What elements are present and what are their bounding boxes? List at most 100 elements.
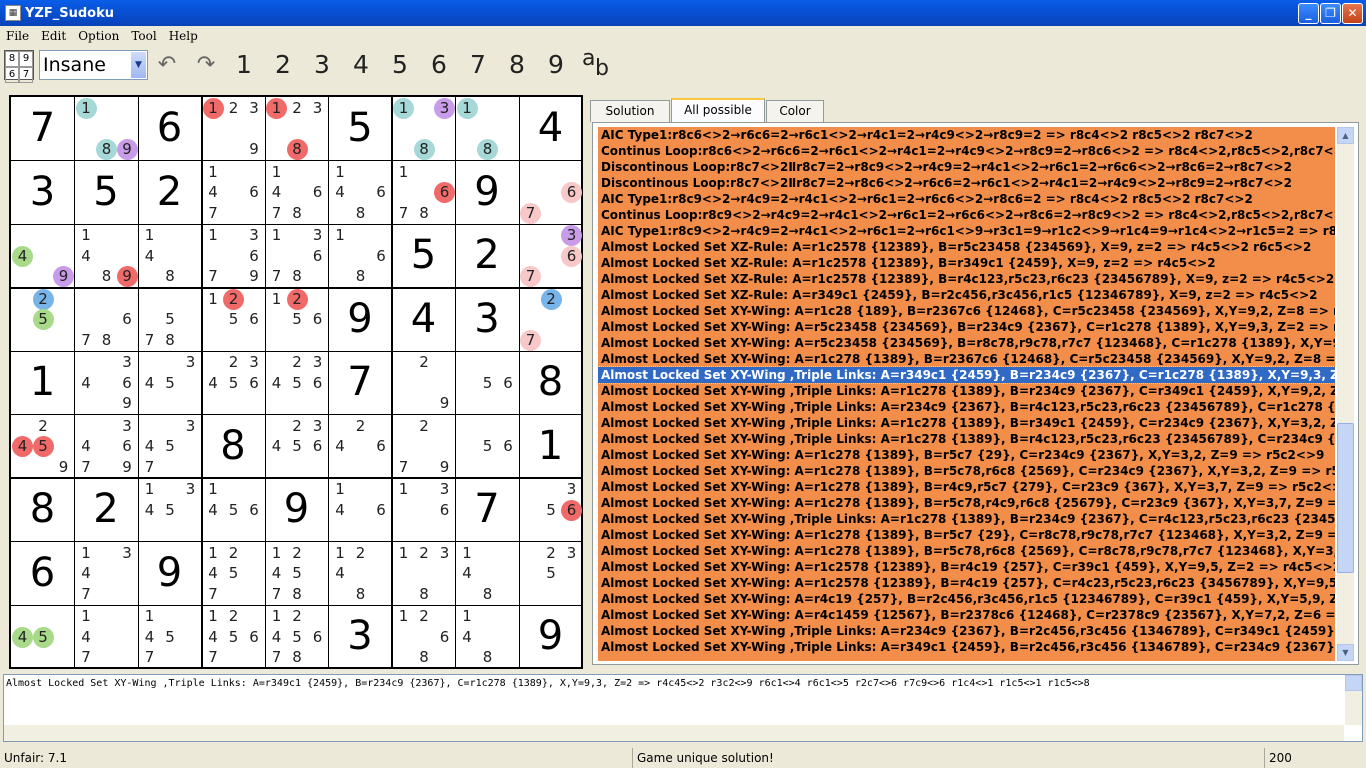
- step-row[interactable]: Almost Locked Set XY-Wing: A=r5c23458 {2…: [598, 319, 1335, 335]
- cell-r1c4[interactable]: 123 9: [202, 97, 265, 160]
- cell-r9c7[interactable]: 1268: [392, 605, 455, 668]
- cell-r4c2[interactable]: 6 78: [75, 288, 138, 351]
- cell-r2c6[interactable]: 1 4 68: [329, 161, 392, 224]
- cell-r1c3[interactable]: 6: [138, 97, 201, 160]
- cell-r3c5[interactable]: 1 3 6 78: [265, 224, 328, 287]
- cell-r8c6[interactable]: 1248: [329, 542, 392, 605]
- number-button-2[interactable]: 2: [268, 50, 298, 80]
- step-detail-textbox[interactable]: Almost Locked Set XY-Wing ,Triple Links:…: [3, 674, 1363, 742]
- cell-r5c2[interactable]: 3 4 6 9: [75, 351, 138, 414]
- step-row[interactable]: Almost Locked Set XZ-Rule: A=r1c2578 {12…: [598, 255, 1335, 271]
- redo-icon[interactable]: ↷: [193, 52, 219, 78]
- cell-r4c9[interactable]: 27: [519, 288, 582, 351]
- cell-r8c7[interactable]: 123 8: [392, 542, 455, 605]
- step-row[interactable]: Almost Locked Set XY-Wing: A=r1c28 {189}…: [598, 303, 1335, 319]
- scroll-down-icon[interactable]: ▼: [1337, 644, 1354, 661]
- step-row[interactable]: Continus Loop:r8c6<>2→r6c6=2→r6c1<>2→r4c…: [598, 143, 1335, 159]
- menu-help[interactable]: Help: [169, 29, 198, 43]
- cell-r6c1[interactable]: 2459: [11, 415, 74, 478]
- step-row[interactable]: Almost Locked Set XY-Wing: A=r1c278 {138…: [598, 351, 1335, 367]
- chevron-down-icon[interactable]: ▼: [131, 52, 146, 78]
- cell-r7c3[interactable]: 1 3 45: [138, 478, 201, 541]
- cell-r6c9[interactable]: 1: [519, 415, 582, 478]
- cell-r5c7[interactable]: 29: [392, 351, 455, 414]
- cell-r4c5[interactable]: 1256: [265, 288, 328, 351]
- cell-r1c2[interactable]: 1 89: [75, 97, 138, 160]
- cell-r9c5[interactable]: 12456 78: [265, 605, 328, 668]
- cell-r1c5[interactable]: 123 8: [265, 97, 328, 160]
- cell-r7c9[interactable]: 356: [519, 478, 582, 541]
- cell-r4c4[interactable]: 1256: [202, 288, 265, 351]
- step-row[interactable]: Almost Locked Set XY-Wing ,Triple Links:…: [598, 415, 1335, 431]
- cell-r7c2[interactable]: 2: [75, 478, 138, 541]
- step-list-scrollbar[interactable]: ▲ ▼: [1337, 127, 1354, 661]
- cell-r2c2[interactable]: 5: [75, 161, 138, 224]
- step-list[interactable]: AIC Type1:r8c6<>2→r6c6=2→r6c1<>2→r4c1=2→…: [598, 127, 1335, 661]
- cell-r5c8[interactable]: 56: [456, 351, 519, 414]
- menu-edit[interactable]: Edit: [41, 29, 66, 43]
- minimize-button[interactable]: _: [1298, 3, 1319, 24]
- cell-r7c5[interactable]: 9: [265, 478, 328, 541]
- cell-r5c5[interactable]: 23 456: [265, 351, 328, 414]
- cell-r6c5[interactable]: 23 456: [265, 415, 328, 478]
- tab-solution-path[interactable]: Solution path: [590, 100, 670, 138]
- step-row[interactable]: Almost Locked Set XY-Wing: A=r1c278 {138…: [598, 527, 1335, 543]
- step-row[interactable]: Almost Locked Set XY-Wing: A=r1c278 {138…: [598, 479, 1335, 495]
- cell-r9c2[interactable]: 1 4 7: [75, 605, 138, 668]
- cell-r9c3[interactable]: 1 457: [138, 605, 201, 668]
- cell-r2c1[interactable]: 3: [11, 161, 74, 224]
- cell-r2c5[interactable]: 1 4 6 78: [265, 161, 328, 224]
- step-row[interactable]: Almost Locked Set XY-Wing: A=r5c23458 {2…: [598, 335, 1335, 351]
- difficulty-select[interactable]: Insane ▼: [39, 50, 148, 80]
- cell-r8c4[interactable]: 12457: [202, 542, 265, 605]
- cell-r3c3[interactable]: 1 48: [138, 224, 201, 287]
- number-button-6[interactable]: 6: [424, 50, 454, 80]
- step-row[interactable]: Almost Locked Set XY-Wing: A=r1c2578 {12…: [598, 559, 1335, 575]
- cell-r3c6[interactable]: 1 68: [329, 224, 392, 287]
- cell-r5c9[interactable]: 8: [519, 351, 582, 414]
- cell-r6c8[interactable]: 56: [456, 415, 519, 478]
- step-row[interactable]: Almost Locked Set XY-Wing: A=r1c278 {138…: [598, 543, 1335, 559]
- step-row[interactable]: AIC Type1:r8c6<>2→r6c6=2→r6c1<>2→r4c1=2→…: [598, 127, 1335, 143]
- cell-r3c9[interactable]: 367: [519, 224, 582, 287]
- detail-vertical-scrollbar[interactable]: [1345, 675, 1362, 725]
- step-row[interactable]: AIC Type1:r8c9<>2→r4c9=2→r4c1<>2→r6c1=2→…: [598, 223, 1335, 239]
- number-button-1[interactable]: 1: [229, 50, 259, 80]
- cell-r2c9[interactable]: 67: [519, 161, 582, 224]
- step-row[interactable]: Continus Loop:r8c9<>2→r4c9=2→r4c1<>2→r6c…: [598, 207, 1335, 223]
- tab-all-possible-step[interactable]: All possible step: [671, 98, 765, 137]
- step-row[interactable]: Almost Locked Set XZ-Rule: A=r349c1 {245…: [598, 287, 1335, 303]
- step-row[interactable]: Almost Locked Set XY-Wing ,Triple Links:…: [598, 366, 1335, 384]
- scroll-up-icon[interactable]: ▲: [1337, 127, 1354, 144]
- number-button-9[interactable]: 9: [541, 50, 571, 80]
- step-row[interactable]: Almost Locked Set XZ-Rule: A=r1c2578 {12…: [598, 271, 1335, 287]
- cell-r5c6[interactable]: 7: [329, 351, 392, 414]
- cell-r9c9[interactable]: 9: [519, 605, 582, 668]
- cell-r7c4[interactable]: 1 456: [202, 478, 265, 541]
- cell-r1c6[interactable]: 5: [329, 97, 392, 160]
- cell-r3c4[interactable]: 1 3 6 7 9: [202, 224, 265, 287]
- cell-r2c7[interactable]: 1678: [392, 161, 455, 224]
- step-row[interactable]: Almost Locked Set XY-Wing ,Triple Links:…: [598, 639, 1335, 655]
- tab-color-cell[interactable]: Color Cell: [766, 100, 824, 138]
- cell-r7c7[interactable]: 1 3 6: [392, 478, 455, 541]
- cell-r8c2[interactable]: 1 3 4 7: [75, 542, 138, 605]
- step-row[interactable]: AIC Type1:r8c9<>2→r4c9=2→r4c1<>2→r6c1=2→…: [598, 191, 1335, 207]
- step-row[interactable]: Discontinous Loop:r8c7<>2Ⅱr8c7=2→r8c9<>2…: [598, 159, 1335, 175]
- cell-r9c4[interactable]: 12456 7: [202, 605, 265, 668]
- number-button-3[interactable]: 3: [307, 50, 337, 80]
- maximize-button[interactable]: ❐: [1320, 3, 1341, 24]
- cell-r2c4[interactable]: 1 4 6 7: [202, 161, 265, 224]
- cell-r4c7[interactable]: 4: [392, 288, 455, 351]
- cell-r9c6[interactable]: 3: [329, 605, 392, 668]
- cell-r1c1[interactable]: 7: [11, 97, 74, 160]
- cell-r4c3[interactable]: 578: [138, 288, 201, 351]
- step-row[interactable]: Almost Locked Set XY-Wing: A=r4c19 {257}…: [598, 591, 1335, 607]
- number-button-5[interactable]: 5: [385, 50, 415, 80]
- step-row[interactable]: Discontinous Loop:r8c7<>2Ⅱr8c7=2→r8c6<>2…: [598, 175, 1335, 191]
- cell-r8c1[interactable]: 6: [11, 542, 74, 605]
- cell-r3c2[interactable]: 1 489: [75, 224, 138, 287]
- number-button-8[interactable]: 8: [502, 50, 532, 80]
- cell-r2c8[interactable]: 9: [456, 161, 519, 224]
- step-row[interactable]: Almost Locked Set XY-Wing ,Triple Links:…: [598, 511, 1335, 527]
